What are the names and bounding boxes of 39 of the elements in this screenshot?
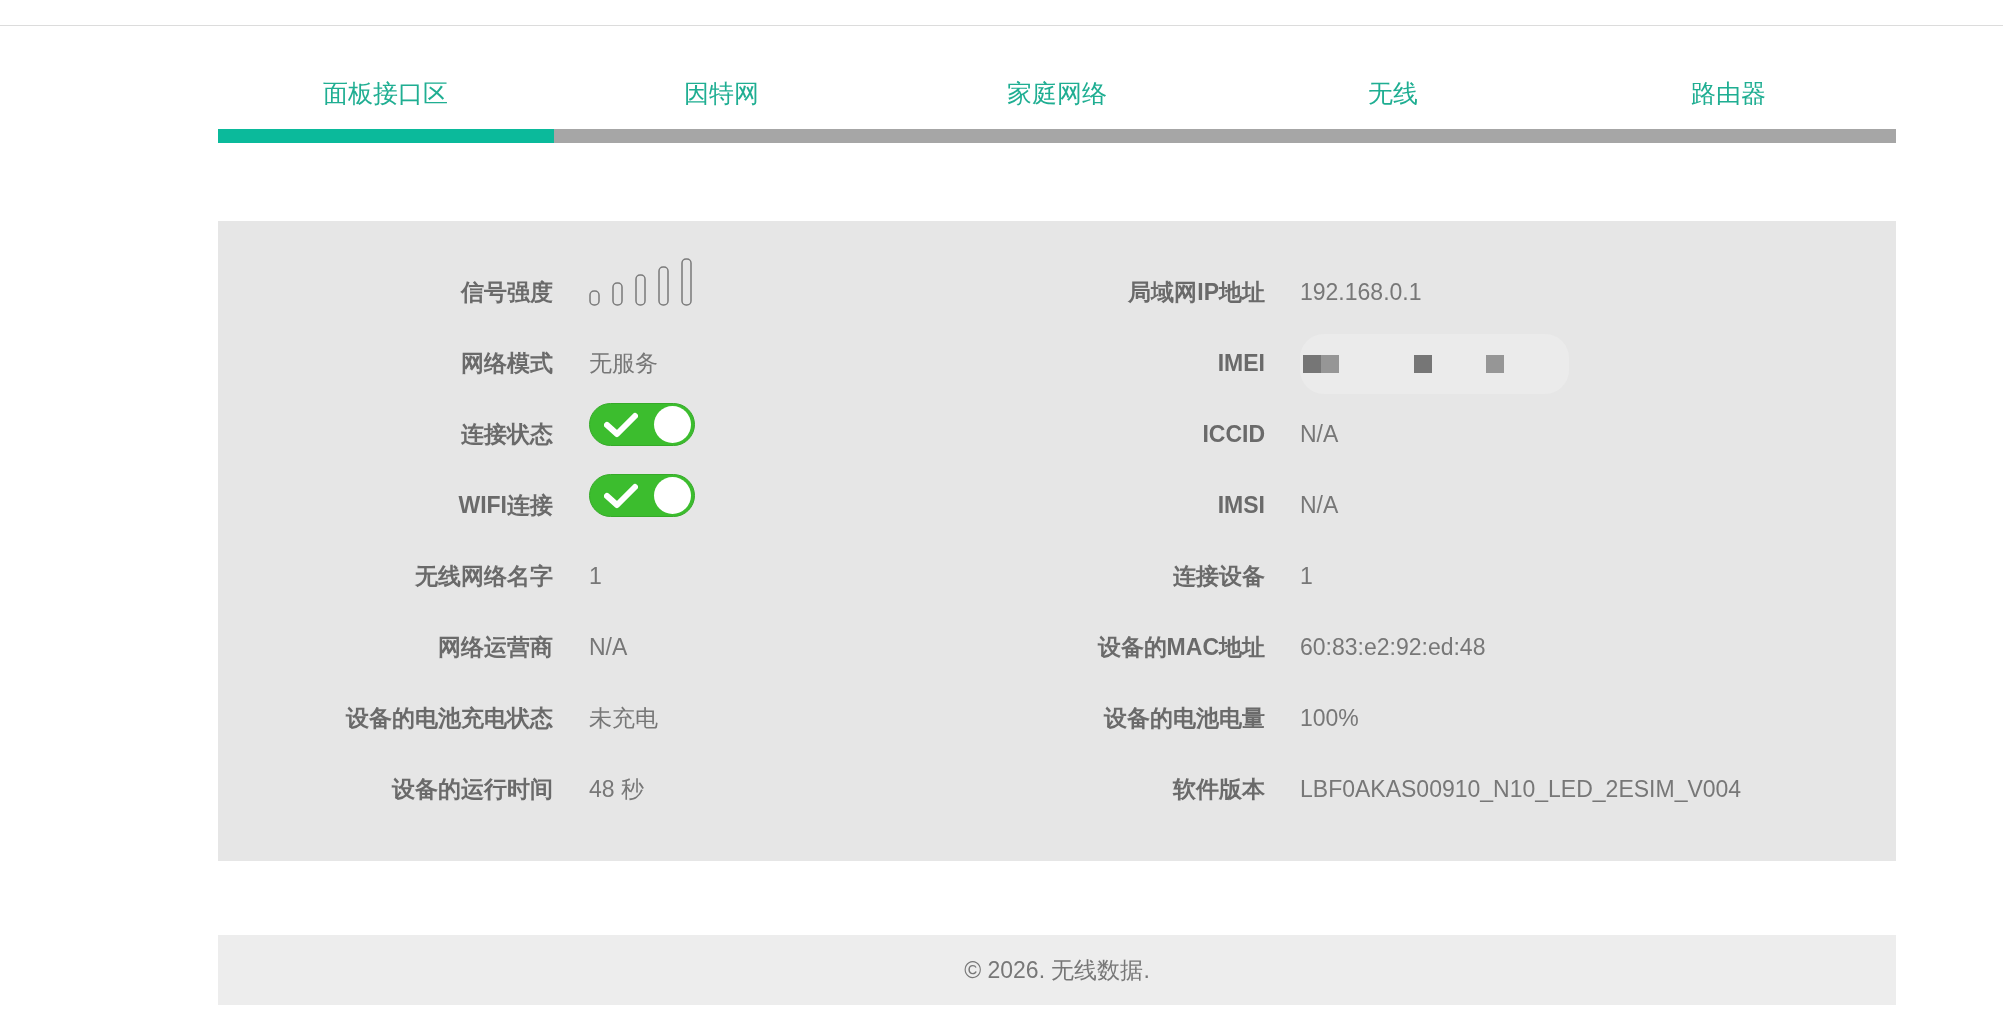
- nav-tab[interactable]: 家庭网络: [889, 76, 1225, 143]
- nav-tab[interactable]: 面板接口区: [218, 76, 554, 143]
- field-label: 连接设备: [1173, 562, 1265, 591]
- field-label: 网络运营商: [438, 633, 553, 662]
- field-label: 设备的运行时间: [392, 775, 553, 804]
- field-label: 连接状态: [461, 420, 553, 449]
- check-icon: [604, 411, 638, 438]
- field-label: 设备的电池电量: [1104, 704, 1265, 733]
- field-value: N/A: [589, 634, 628, 661]
- field-value: LBF0AKAS00910_N10_LED_2ESIM_V004: [1300, 776, 1742, 803]
- toggle-switch[interactable]: [589, 403, 695, 446]
- field-label: 设备的MAC地址: [1097, 633, 1265, 662]
- nav-tab[interactable]: 因特网: [553, 76, 890, 143]
- field-value: 60:83:e2:92:ed:48: [1300, 634, 1486, 661]
- field-value: 无服务: [589, 349, 658, 378]
- toggle-switch[interactable]: [589, 474, 695, 517]
- field-label: ICCID: [1202, 421, 1265, 448]
- signal-strength-icon: [589, 257, 693, 306]
- field-value: 192.168.0.1: [1300, 279, 1422, 306]
- field-label: 无线网络名字: [415, 562, 553, 591]
- check-icon: [604, 482, 638, 509]
- nav-tab[interactable]: 无线: [1224, 76, 1561, 143]
- field-value: N/A: [1300, 492, 1339, 519]
- field-label: 局域网IP地址: [1128, 278, 1265, 307]
- field-label: IMEI: [1217, 350, 1265, 377]
- field-value: N/A: [1300, 421, 1339, 448]
- field-value: 48 秒: [589, 775, 644, 804]
- field-label: 设备的电池充电状态: [346, 704, 553, 733]
- field-value: 1: [589, 563, 602, 590]
- field-value: 1: [1300, 563, 1313, 590]
- copyright-text: © 2026. 无线数据.: [964, 955, 1150, 985]
- field-label: 软件版本: [1173, 775, 1265, 804]
- nav-tab[interactable]: 路由器: [1560, 76, 1896, 143]
- field-label: IMSI: [1217, 492, 1265, 519]
- field-label: WIFI连接: [458, 491, 553, 520]
- field-label: 网络模式: [461, 349, 553, 378]
- field-value: 未充电: [589, 704, 658, 733]
- field-value: 100%: [1300, 705, 1359, 732]
- field-label: 信号强度: [461, 278, 553, 307]
